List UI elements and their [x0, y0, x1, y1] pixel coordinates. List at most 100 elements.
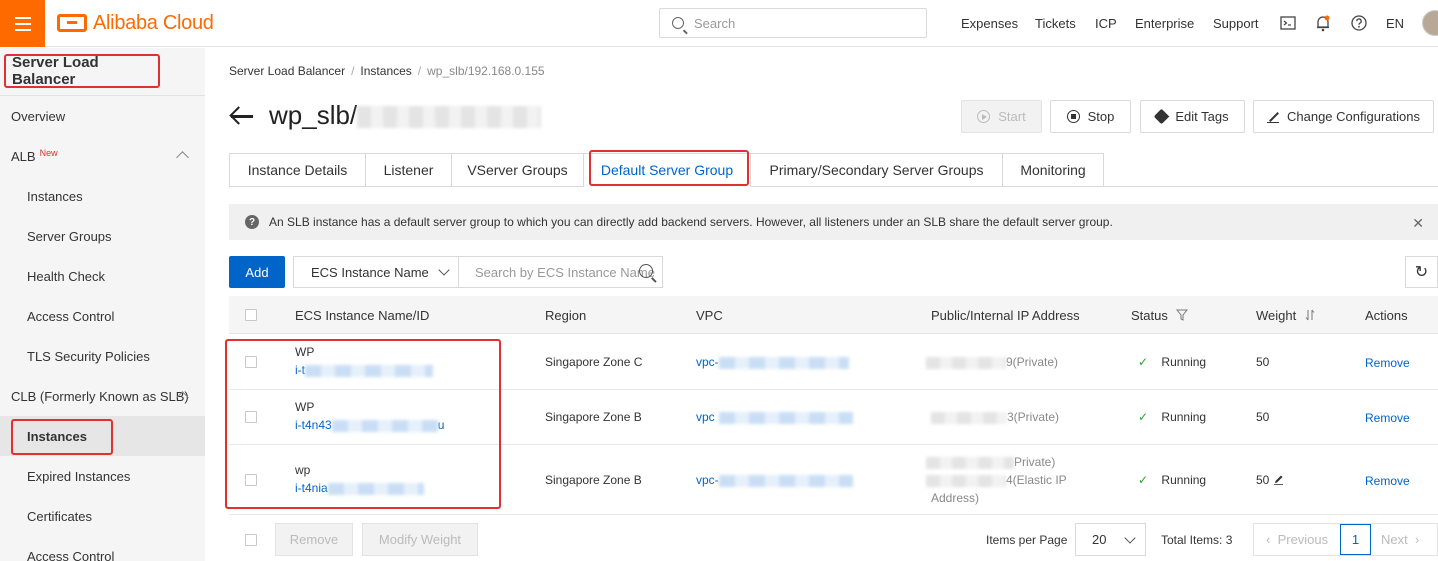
col-region: Region	[545, 307, 587, 323]
highlight-box	[589, 150, 749, 186]
ip-address-private: Private)	[926, 455, 1055, 469]
status: ✓ Running	[1138, 355, 1207, 369]
ip-address: 3(Private)	[931, 410, 1059, 424]
help-icon[interactable]	[1350, 14, 1368, 32]
global-search-input[interactable]: Search	[659, 8, 927, 38]
region: Singapore Zone B	[545, 410, 642, 424]
logo-icon	[57, 14, 87, 32]
avatar[interactable]	[1422, 10, 1438, 36]
check-icon: ✓	[1138, 410, 1149, 424]
breadcrumb: Server Load Balancer / Instances / wp_slb/19…	[229, 64, 545, 78]
footer-select-all-checkbox[interactable]	[245, 534, 257, 546]
next-button[interactable]: Next ›	[1381, 532, 1419, 547]
remove-link[interactable]: Remove	[1365, 474, 1410, 488]
search-placeholder: Search	[694, 15, 736, 31]
page-title: wp_slb/	[269, 100, 542, 131]
tab-vserver-groups[interactable]: VServer Groups	[452, 153, 584, 187]
previous-button[interactable]: ‹ Previous	[1266, 532, 1328, 547]
vpc-link[interactable]: vpc	[696, 410, 853, 424]
refresh-button[interactable]: ↻	[1405, 256, 1438, 288]
sidebar-group-clb[interactable]: CLB (Formerly Known as SLB)	[0, 376, 205, 416]
status: ✓ Running	[1138, 473, 1207, 487]
check-icon: ✓	[1138, 473, 1149, 487]
vpc-link[interactable]: vpc-	[696, 355, 849, 369]
alibaba-cloud-logo[interactable]: Alibaba Cloud	[57, 11, 214, 35]
sort-icon[interactable]	[1304, 309, 1316, 321]
breadcrumb-instances[interactable]: Instances	[360, 64, 411, 78]
select-all-checkbox[interactable]	[245, 309, 257, 321]
col-actions: Actions	[1365, 307, 1408, 323]
notice-text: An SLB instance has a default server gro…	[269, 215, 1113, 229]
filter-icon[interactable]	[1175, 309, 1188, 321]
region: Singapore Zone B	[545, 473, 642, 487]
remove-link[interactable]: Remove	[1365, 356, 1410, 370]
menu-icon[interactable]	[0, 0, 45, 47]
nav-expenses[interactable]: Expenses	[961, 0, 1018, 47]
tag-icon	[1154, 108, 1170, 125]
tab-listener[interactable]: Listener	[366, 153, 452, 187]
redacted-text	[718, 474, 853, 487]
chevron-down-icon	[1124, 532, 1136, 544]
col-ip-address: Public/Internal IP Address	[931, 307, 1080, 323]
close-icon[interactable]: ✕	[1412, 215, 1424, 232]
back-arrow-icon[interactable]	[229, 106, 255, 126]
table-header: ECS Instance Name/ID Region VPC Public/I…	[229, 296, 1438, 334]
search-icon	[672, 17, 684, 29]
info-icon: ?	[245, 215, 259, 229]
bell-icon[interactable]	[1314, 14, 1332, 32]
modify-weight-button[interactable]: Modify Weight	[362, 523, 478, 556]
search-icon[interactable]	[639, 264, 653, 278]
nav-support[interactable]: Support	[1213, 0, 1259, 47]
change-configurations-button[interactable]: Change Configurations	[1253, 100, 1434, 133]
col-status[interactable]: Status	[1131, 296, 1188, 334]
remove-link[interactable]: Remove	[1365, 411, 1410, 425]
chevron-up-icon[interactable]	[176, 151, 189, 164]
filter-select[interactable]: ECS Instance Name	[293, 256, 459, 288]
sidebar-item-overview[interactable]: Overview	[0, 96, 205, 136]
sidebar-item-alb-instances[interactable]: Instances	[0, 176, 205, 216]
nav-tickets[interactable]: Tickets	[1035, 0, 1076, 47]
language-switch[interactable]: EN	[1386, 0, 1404, 47]
nav-icp[interactable]: ICP	[1095, 0, 1117, 47]
start-button[interactable]: Start	[961, 100, 1042, 133]
page-1-button[interactable]: 1	[1340, 524, 1371, 555]
add-button[interactable]: Add	[229, 256, 285, 288]
sidebar-item-expired-instances[interactable]: Expired Instances	[0, 456, 205, 496]
ecs-search-input[interactable]: Search by ECS Instance Name	[458, 256, 663, 288]
redacted-text	[926, 356, 1006, 369]
sidebar-item-server-groups[interactable]: Server Groups	[0, 216, 205, 256]
sidebar-title: Server Load Balancer	[4, 54, 160, 88]
weight: 50	[1256, 410, 1270, 424]
redacted-text	[931, 411, 1007, 424]
tab-monitoring[interactable]: Monitoring	[1003, 153, 1104, 187]
redacted-text	[718, 356, 849, 369]
edit-tags-button[interactable]: Edit Tags	[1140, 100, 1245, 133]
sidebar-item-health-check[interactable]: Health Check	[0, 256, 205, 296]
items-per-page-select[interactable]: 20	[1075, 523, 1146, 556]
vpc-link[interactable]: vpc-	[696, 473, 853, 487]
highlight-box	[11, 419, 113, 455]
bulk-remove-button[interactable]: Remove	[275, 523, 353, 556]
check-icon: ✓	[1138, 355, 1149, 369]
sidebar-item-clb-access-control[interactable]: Access Control	[0, 536, 205, 561]
edit-weight-icon[interactable]	[1273, 474, 1284, 485]
sidebar-group-alb[interactable]: ALB New	[0, 136, 205, 176]
sidebar-item-alb-access-control[interactable]: Access Control	[0, 296, 205, 336]
col-weight[interactable]: Weight	[1256, 296, 1316, 334]
breadcrumb-slb[interactable]: Server Load Balancer	[229, 64, 345, 78]
weight: 50	[1256, 473, 1284, 487]
nav-enterprise[interactable]: Enterprise	[1135, 0, 1194, 47]
ip-address-label: Address)	[931, 491, 980, 505]
play-icon	[977, 110, 991, 123]
tab-instance-details[interactable]: Instance Details	[229, 153, 366, 187]
tab-primary-secondary-server-groups[interactable]: Primary/Secondary Server Groups	[751, 153, 1003, 187]
sidebar-item-certificates[interactable]: Certificates	[0, 496, 205, 536]
redacted-text	[718, 411, 853, 424]
terminal-icon[interactable]	[1279, 14, 1297, 32]
redacted-text	[926, 456, 1014, 469]
status: ✓ Running	[1138, 410, 1207, 424]
info-notice: ? An SLB instance has a default server g…	[229, 204, 1438, 240]
sidebar-item-tls-policies[interactable]: TLS Security Policies	[0, 336, 205, 376]
redacted-text	[926, 474, 1006, 487]
stop-button[interactable]: Stop	[1050, 100, 1131, 133]
